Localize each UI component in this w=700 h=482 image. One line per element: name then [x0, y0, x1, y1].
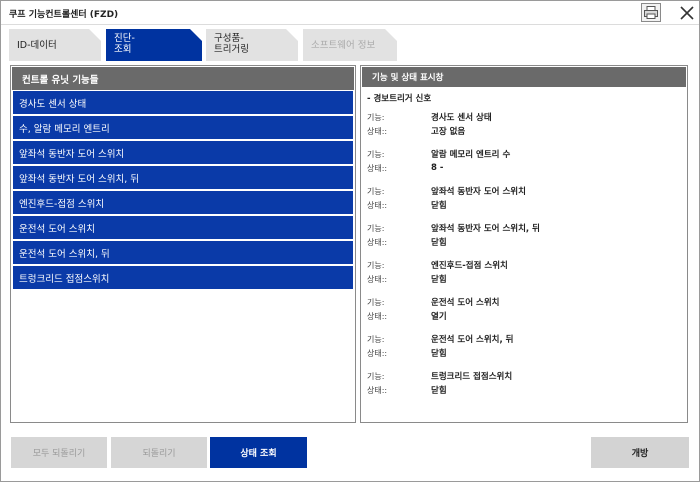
list-item[interactable]: 트렁크리드 접점스위치	[13, 266, 353, 289]
function-list: 경사도 센서 상태 수, 알람 메모리 엔트리 앞좌석 동반자 도어 스위치 앞…	[11, 91, 355, 289]
function-label: 기능:	[367, 223, 385, 233]
status-display: - 경보트리거 신호 기능: 경사도 센서 상태 상태:: 고장 없음 기능: 알람 …	[361, 88, 687, 410]
print-button[interactable]	[641, 3, 661, 22]
function-label: 기능:	[367, 112, 385, 122]
function-label: 기능:	[367, 334, 385, 344]
status-label: 상태::	[367, 311, 388, 321]
list-item[interactable]: 운전석 도어 스위치, 뒤	[13, 241, 353, 264]
status-value: 닫힘	[431, 386, 447, 396]
tab-software-info: 소프트웨어 정보	[303, 29, 397, 61]
status-entry: 기능: 운전석 도어 스위치 상태:: 열기	[367, 295, 681, 323]
function-value: 운전석 도어 스위치, 뒤	[431, 335, 514, 345]
title-bar: 쿠프 기능컨트롤센터 (FZD)	[1, 1, 699, 25]
status-label: 상태::	[367, 385, 388, 395]
reset-button: 되돌리기	[111, 437, 207, 468]
function-value: 엔진후드-접점 스위치	[431, 261, 508, 271]
printer-icon	[644, 6, 658, 19]
function-value: 앞좌석 동반자 도어 스위치	[431, 187, 526, 197]
function-value: 트렁크리드 접점스위치	[431, 372, 513, 382]
function-value: 앞좌석 동반자 도어 스위치, 뒤	[431, 224, 540, 234]
app-window: 쿠프 기능컨트롤센터 (FZD) ID-데이터 진단- 조회 구성품- 트리거링	[0, 0, 700, 482]
status-entry: 기능: 앞좌석 동반자 도어 스위치 상태:: 닫힘	[367, 184, 681, 212]
tab-label: ID-데이터	[17, 40, 57, 51]
function-label: 기능:	[367, 260, 385, 270]
tab-label-line2: 트리거링	[214, 44, 249, 55]
status-label: 상태::	[367, 200, 388, 210]
function-label: 기능:	[367, 186, 385, 196]
list-item[interactable]: 엔진후드-접점 스위치	[13, 191, 353, 214]
status-value: 닫힘	[431, 349, 447, 359]
status-label: 상태::	[367, 237, 388, 247]
close-button[interactable]	[677, 3, 697, 22]
status-value: 닫힘	[431, 275, 447, 285]
function-value: 운전석 도어 스위치	[431, 298, 500, 308]
status-entry: 기능: 엔진후드-접점 스위치 상태:: 닫힘	[367, 258, 681, 286]
status-query-button[interactable]: 상태 조회	[210, 437, 307, 468]
list-item[interactable]: 앞좌석 동반자 도어 스위치, 뒤	[13, 166, 353, 189]
status-value: 닫힘	[431, 201, 447, 211]
panel-header: 컨트롤 유닛 기능들	[12, 67, 354, 90]
reset-all-button: 모두 되돌리기	[11, 437, 107, 468]
tab-id-data[interactable]: ID-데이터	[9, 29, 101, 61]
status-group-title: - 경보트리거 신호	[367, 94, 432, 104]
list-item[interactable]: 수, 알람 메모리 엔트리	[13, 116, 353, 139]
status-value: 열기	[431, 312, 447, 322]
tab-diagnosis-query[interactable]: 진단- 조회	[106, 29, 202, 61]
status-entry: 기능: 경사도 센서 상태 상태:: 고장 없음	[367, 110, 681, 138]
tab-label-line1: 진단-	[114, 33, 135, 44]
function-status-panel: 기능 및 상태 표시창 - 경보트리거 신호 기능: 경사도 센서 상태 상태::…	[360, 65, 688, 423]
status-value: 8 -	[431, 163, 444, 173]
list-item[interactable]: 운전석 도어 스위치	[13, 216, 353, 239]
function-label: 기능:	[367, 149, 385, 159]
status-label: 상태::	[367, 126, 388, 136]
panel-header: 기능 및 상태 표시창	[362, 67, 686, 87]
status-entry: 기능: 운전석 도어 스위치, 뒤 상태:: 닫힘	[367, 332, 681, 360]
tab-label: 소프트웨어 정보	[311, 40, 376, 51]
function-label: 기능:	[367, 297, 385, 307]
function-label: 기능:	[367, 371, 385, 381]
close-icon	[680, 5, 694, 20]
list-item[interactable]: 앞좌석 동반자 도어 스위치	[13, 141, 353, 164]
tab-bar: ID-데이터 진단- 조회 구성품- 트리거링 소프트웨어 정보	[1, 27, 699, 61]
tab-component-triggering[interactable]: 구성품- 트리거링	[206, 29, 298, 61]
status-label: 상태::	[367, 274, 388, 284]
control-unit-functions-panel: 컨트롤 유닛 기능들 경사도 센서 상태 수, 알람 메모리 엔트리 앞좌석 동…	[10, 65, 356, 423]
window-title: 쿠프 기능컨트롤센터 (FZD)	[9, 10, 119, 20]
status-entry: 기능: 앞좌석 동반자 도어 스위치, 뒤 상태:: 닫힘	[367, 221, 681, 249]
status-label: 상태::	[367, 348, 388, 358]
status-entry: 기능: 알람 메모리 엔트리 수 상태:: 8 -	[367, 147, 681, 175]
function-value: 경사도 센서 상태	[431, 113, 492, 123]
status-value: 고장 없음	[431, 127, 466, 137]
list-item[interactable]: 경사도 센서 상태	[13, 91, 353, 114]
status-value: 닫힘	[431, 238, 447, 248]
status-entry: 기능: 트렁크리드 접점스위치 상태:: 닫힘	[367, 369, 681, 397]
tab-label-line1: 구성품-	[214, 33, 244, 44]
open-button[interactable]: 개방	[591, 437, 689, 468]
status-label: 상태::	[367, 163, 388, 173]
tab-label-line2: 조회	[114, 44, 132, 55]
function-value: 알람 메모리 엔트리 수	[431, 150, 511, 160]
